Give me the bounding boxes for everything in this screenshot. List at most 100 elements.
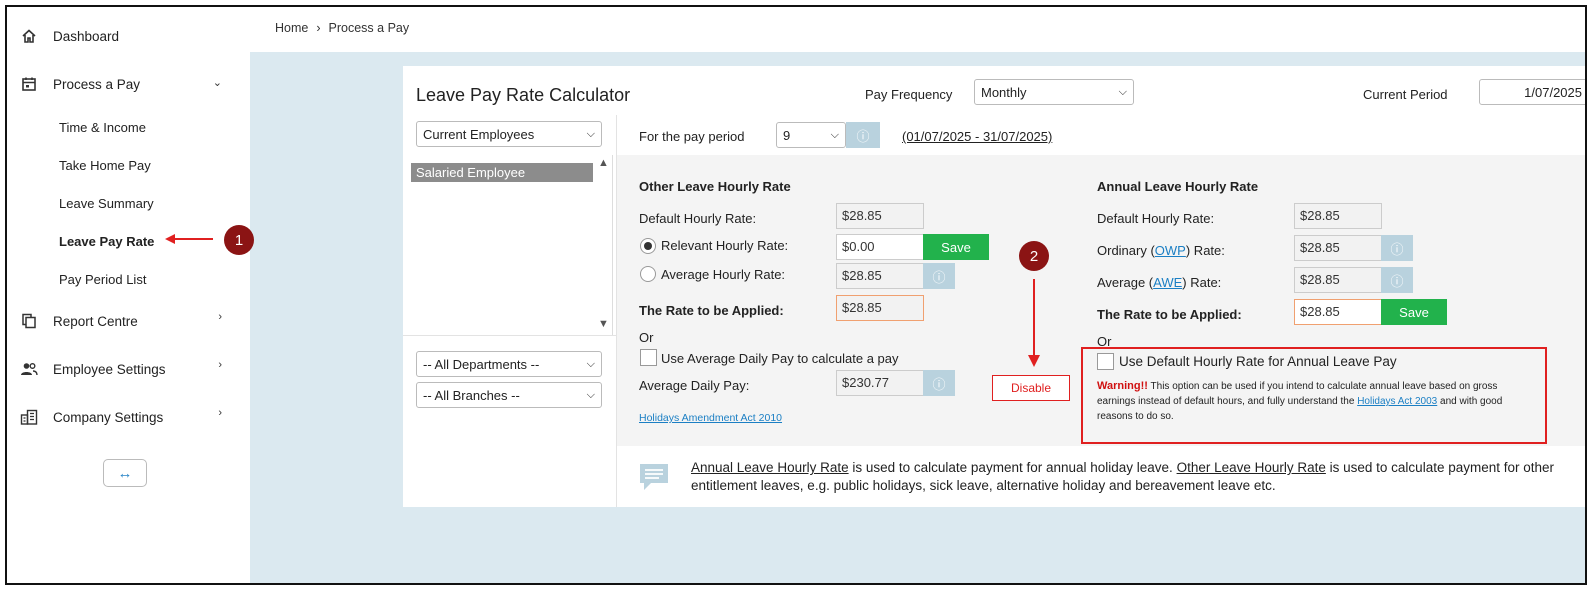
- average-daily-pay-info-button[interactable]: ⓘ: [923, 370, 955, 396]
- sidebar-item-process-a-pay[interactable]: Process a Pay ⌄: [7, 62, 250, 106]
- other-applied-rate-field: $28.85: [836, 295, 924, 321]
- other-default-rate-label: Default Hourly Rate:: [639, 211, 757, 226]
- sidebar-subitem-leave-pay-rate[interactable]: Leave Pay Rate: [59, 234, 154, 249]
- breadcrumb-separator: ›: [316, 21, 321, 35]
- calendar-icon: [19, 74, 39, 94]
- ordinary-rate-field: $28.85: [1294, 235, 1382, 261]
- building-icon: [19, 407, 39, 427]
- sidebar-item-label: Company Settings: [53, 409, 164, 425]
- collapse-sidebar-button[interactable]: ↔: [103, 459, 147, 487]
- comment-icon: [637, 461, 671, 496]
- annotation-arrow-down: [1028, 279, 1040, 367]
- ordinary-rate-label: Ordinary (OWP) Rate:: [1097, 243, 1225, 258]
- disable-annotation: Disable: [992, 375, 1070, 401]
- chevron-down-icon: ⌵: [586, 127, 595, 140]
- pay-period-value: 9: [783, 127, 791, 143]
- pay-frequency-value: Monthly: [981, 84, 1027, 100]
- app-window: Dashboard Process a Pay ⌄ Time & Income …: [5, 5, 1587, 585]
- branches-select[interactable]: -- All Branches -- ⌵: [416, 382, 602, 408]
- pay-period-label: For the pay period: [639, 129, 745, 144]
- chevron-down-icon: ⌵: [830, 128, 839, 141]
- scroll-up-icon[interactable]: ▲: [598, 157, 609, 169]
- annual-default-rate-field: $28.85: [1294, 203, 1382, 229]
- average-rate-label: Average Hourly Rate:: [661, 267, 786, 282]
- average-awe-label-suffix: ) Rate:: [1182, 275, 1222, 290]
- annual-applied-rate-input[interactable]: $28.85: [1294, 299, 1382, 325]
- breadcrumb-current: Process a Pay: [328, 21, 410, 35]
- sidebar-subitem-leave-summary[interactable]: Leave Summary: [59, 196, 154, 211]
- save-annual-rate-button[interactable]: Save: [1381, 299, 1447, 325]
- other-default-rate-field: $28.85: [836, 203, 924, 229]
- leave-rate-explanation: Annual Leave Hourly Rate is used to calc…: [691, 459, 1571, 495]
- page-title: Leave Pay Rate Calculator: [416, 85, 631, 105]
- sidebar-item-employee-settings[interactable]: Employee Settings ›: [7, 347, 250, 391]
- pay-period-info-button[interactable]: ⓘ: [846, 122, 880, 148]
- sidebar-subitem-take-home-pay[interactable]: Take Home Pay: [59, 158, 151, 173]
- current-period-label: Current Period: [1363, 87, 1448, 102]
- top-bar: [250, 7, 1585, 52]
- average-awe-rate-label: Average (AWE) Rate:: [1097, 275, 1221, 290]
- home-icon: [19, 26, 39, 46]
- pay-period-select[interactable]: 9 ⌵: [776, 122, 846, 148]
- pay-frequency-label: Pay Frequency: [865, 87, 953, 102]
- sidebar-subitem-pay-period-list[interactable]: Pay Period List: [59, 272, 146, 287]
- sidebar: Dashboard Process a Pay ⌄ Time & Income …: [7, 7, 250, 583]
- employee-list[interactable]: [411, 155, 613, 335]
- average-daily-pay-label: Average Daily Pay:: [639, 378, 750, 393]
- annotation-badge-1: 1: [224, 225, 254, 255]
- info-icon: ⓘ: [932, 376, 946, 392]
- employee-status-select[interactable]: Current Employees ⌵: [416, 121, 602, 147]
- sidebar-item-label: Report Centre: [53, 313, 138, 329]
- average-rate-radio[interactable]: [640, 266, 656, 282]
- other-applied-rate-label: The Rate to be Applied:: [639, 303, 784, 318]
- sidebar-item-label: Process a Pay: [53, 76, 141, 92]
- ordinary-rate-info-button[interactable]: ⓘ: [1381, 235, 1413, 261]
- relevant-rate-label: Relevant Hourly Rate:: [661, 238, 789, 253]
- awe-link[interactable]: AWE: [1153, 275, 1182, 290]
- breadcrumb-home[interactable]: Home: [275, 21, 308, 35]
- use-average-daily-pay-label: Use Average Daily Pay to calculate a pay: [661, 351, 899, 366]
- highlight-box: [1081, 347, 1547, 444]
- scroll-down-icon[interactable]: ▼: [598, 318, 609, 330]
- ordinary-rate-label-prefix: Ordinary (: [1097, 243, 1155, 258]
- use-average-daily-pay-checkbox[interactable]: [640, 349, 657, 366]
- current-period-field[interactable]: 1/07/2025: [1479, 79, 1585, 105]
- annual-leave-heading: Annual Leave Hourly Rate: [1097, 179, 1259, 194]
- info-icon: ⓘ: [856, 128, 870, 144]
- annotation-arrow-left: [165, 234, 213, 244]
- chevron-down-icon: ⌵: [586, 357, 595, 370]
- pay-period-range[interactable]: (01/07/2025 - 31/07/2025): [902, 129, 1052, 144]
- arrows-horizontal-icon: ↔: [117, 464, 133, 482]
- sidebar-item-report-centre[interactable]: Report Centre ›: [7, 299, 250, 343]
- average-rate-field: $28.85: [836, 263, 924, 289]
- chevron-down-icon: ⌄: [212, 77, 222, 89]
- average-awe-label-prefix: Average (: [1097, 275, 1154, 290]
- breadcrumb: Home › Process a Pay: [275, 21, 409, 35]
- departments-select[interactable]: -- All Departments -- ⌵: [416, 351, 602, 377]
- period-row: [617, 115, 1585, 155]
- report-icon: [19, 311, 39, 331]
- sidebar-item-dashboard[interactable]: Dashboard: [7, 14, 250, 58]
- relevant-rate-input[interactable]: $0.00: [836, 234, 924, 260]
- relevant-rate-radio[interactable]: [640, 238, 656, 254]
- annual-leave-explanation: is used to calculate payment for annual …: [848, 460, 1177, 475]
- sidebar-subitem-time-income[interactable]: Time & Income: [59, 120, 146, 135]
- sidebar-item-company-settings[interactable]: Company Settings ›: [7, 395, 250, 439]
- chevron-down-icon: ⌵: [1118, 85, 1127, 98]
- info-icon: ⓘ: [1390, 241, 1404, 257]
- info-icon: ⓘ: [1390, 273, 1404, 289]
- sidebar-item-label: Employee Settings: [53, 361, 166, 377]
- holidays-amendment-act-link[interactable]: Holidays Amendment Act 2010: [639, 412, 782, 424]
- list-divider: [403, 335, 616, 336]
- average-daily-pay-field: $230.77: [836, 370, 924, 396]
- average-rate-info-button[interactable]: ⓘ: [923, 263, 955, 289]
- branches-value: -- All Branches --: [423, 387, 520, 403]
- annual-applied-rate-label: The Rate to be Applied:: [1097, 307, 1242, 322]
- average-awe-info-button[interactable]: ⓘ: [1381, 267, 1413, 293]
- or-text: Or: [639, 330, 654, 345]
- employee-list-item[interactable]: Salaried Employee: [411, 163, 593, 182]
- save-relevant-rate-button[interactable]: Save: [923, 234, 989, 260]
- pay-frequency-select[interactable]: Monthly ⌵: [974, 79, 1134, 105]
- owp-link[interactable]: OWP: [1155, 243, 1186, 258]
- ordinary-rate-label-suffix: ) Rate:: [1185, 243, 1225, 258]
